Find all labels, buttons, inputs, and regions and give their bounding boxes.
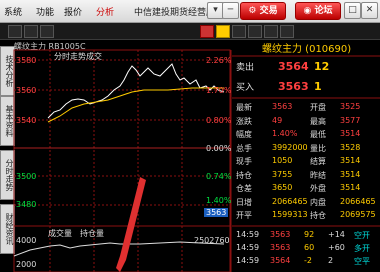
buy-row: 买入 3563 1 [232,80,378,94]
detail-label: 最低 [310,130,326,139]
detail-label: 开盘 [310,103,326,112]
detail-label: 持仓 [236,170,252,180]
annotation-arrow [116,177,146,272]
buy-label: 买入 [236,83,255,93]
tick-flag: 空平 [354,257,370,266]
detail-value: 3514 [340,183,361,192]
tick-flag: 空开 [354,231,370,240]
sell-label: 卖出 [236,63,255,73]
price-label: 3560 [16,86,37,95]
detail-value: 2069575 [340,210,376,219]
sell-qty: 12 [314,60,330,73]
detail-value: 3528 [340,142,361,152]
tick-price: 3564 [270,256,291,265]
detail-value: 49 [272,115,283,125]
tick-row: 14:59 3563 92 +14 空开 [232,230,378,242]
tick-volume: 60 [304,243,315,252]
quote-detail-row: 仓差 3650 外盘 3514 [232,183,378,195]
detail-value: 3514 [340,129,361,138]
volume-line [13,241,225,257]
price-label: 3480 [16,200,37,209]
tick-price: 3563 [270,230,291,239]
pct-label: 2.26% [206,56,232,65]
quote-detail-row: 最新 3563 开盘 3525 [232,102,378,114]
tick-row: 14:59 3564 -2 2 空平 [232,256,378,268]
current-value-badge: 3563 [204,208,229,217]
volume-axis-label: 4000 [16,236,37,245]
detail-value: 3525 [340,102,361,111]
tick-time: 14:59 [236,230,260,239]
quote-detail-row: 持仓 3755 昨结 3514 [232,170,378,182]
volume-title: 成交量 [48,229,72,238]
tick-change: 2 [328,256,334,265]
detail-label: 仓差 [236,184,252,193]
tick-row: 14:59 3563 60 +60 多开 [232,243,378,255]
buy-qty: 1 [314,80,322,93]
detail-value: 1050 [272,156,293,165]
quote-detail-row: 总手 3992000 量比 3528 [232,143,378,155]
detail-value: 3514 [340,169,361,179]
tick-time: 14:59 [236,256,260,265]
detail-label: 幅度 [236,130,252,139]
buy-price: 3563 [278,80,309,93]
tick-volume: -2 [304,256,312,265]
detail-label: 内盘 [310,197,326,207]
quote-detail-row: 涨跌 49 最高 3577 [232,116,378,128]
detail-value: 1.40% [272,129,298,138]
detail-value: 1599313 [272,210,308,219]
detail-label: 最高 [310,116,326,126]
volume-axis-label: 2000 [16,260,37,269]
volume-right-label: 2502760 [194,236,230,245]
pct-label: 0.74% [206,172,232,181]
detail-label: 昨结 [310,170,326,180]
pct-label: 0.00% [206,144,232,153]
tick-time: 14:59 [236,243,260,252]
tick-price: 3563 [270,243,291,252]
chart-title: 分时走势 [54,52,86,61]
detail-label: 量比 [310,143,326,153]
volume-subtitle: 持仓量 [80,229,104,238]
detail-value: 3514 [340,156,361,165]
pct-label: 0.80% [206,116,232,125]
detail-value: 3992000 [272,142,308,152]
tick-change: +60 [328,243,345,252]
price-label: 3500 [16,172,37,181]
price-label: 3580 [16,56,37,65]
pct-label: 1.40% [206,196,232,205]
detail-label: 持仓 [310,211,326,220]
pct-label: 1.70% [206,86,232,95]
quote-detail-row: 现手 1050 结算 3514 [232,156,378,168]
detail-label: 外盘 [310,184,326,193]
detail-label: 结算 [310,157,326,166]
detail-value: 3577 [340,115,361,125]
detail-value: 3563 [272,102,293,111]
chart-subtitle: 成交 [86,52,102,61]
sell-price: 3564 [278,60,309,73]
price-label: 3540 [16,116,37,125]
detail-label: 开平 [236,211,252,220]
detail-value: 3755 [272,169,293,179]
tick-volume: 92 [304,230,315,239]
quote-detail-row: 开平 1599313 持仓 2069575 [232,210,378,222]
quote-title: 螺纹主力 (010690) [262,44,352,55]
quote-detail-row: 日增 2066465 内盘 2066465 [232,197,378,209]
tick-change: +14 [328,230,345,239]
detail-value: 2066465 [272,196,308,206]
sell-row: 卖出 3564 12 [232,60,378,74]
tick-flag: 多开 [354,244,370,253]
detail-label: 现手 [236,157,252,166]
detail-value: 3650 [272,183,293,192]
detail-label: 总手 [236,143,252,153]
detail-value: 2066465 [340,196,376,206]
detail-label: 涨跌 [236,116,252,126]
detail-label: 最新 [236,103,252,112]
quote-detail-row: 幅度 1.40% 最低 3514 [232,129,378,141]
average-line [47,87,224,123]
detail-label: 日增 [236,197,252,207]
